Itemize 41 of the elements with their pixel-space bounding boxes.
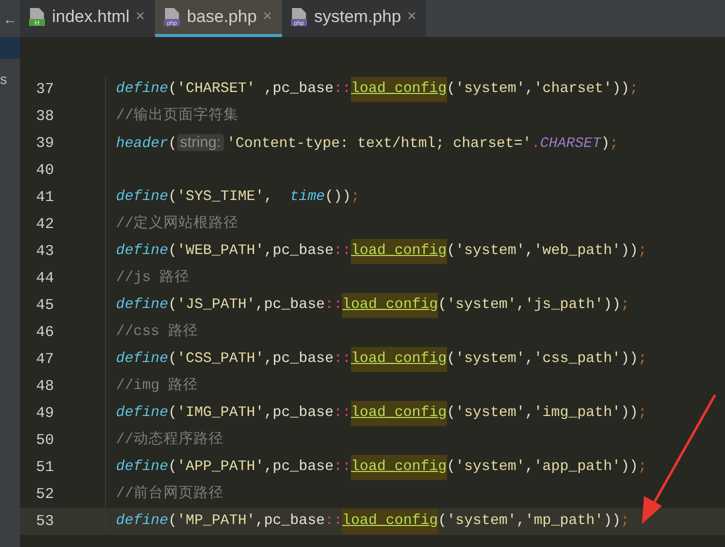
code-line: //输出页面字符集 (116, 106, 238, 126)
code-line: define('CHARSET' ,pc_base::load_config('system','charset')); (116, 76, 638, 103)
tab-label: index.html (52, 7, 130, 27)
close-icon[interactable]: × (135, 8, 145, 26)
code-line: //css 路径 (116, 322, 198, 342)
code-line: define('IMG_PATH',pc_base::load_config('system','img_path')); (116, 400, 647, 427)
code-line: //img 路径 (116, 376, 198, 396)
code-line: //前台网页路径 (116, 484, 224, 504)
code-line: define('JS_PATH',pc_base::load_config('system','js_path')); (116, 292, 630, 319)
code-line: define('APP_PATH',pc_base::load_config('system','app_path')); (116, 454, 647, 481)
line-number: 42 (35, 216, 56, 233)
code-line: //js 路径 (116, 268, 190, 288)
line-number: 51 (35, 459, 56, 476)
line-number: 38 (35, 108, 56, 125)
code-line: //定义网站根路径 (116, 214, 238, 234)
line-number: 37 (35, 81, 56, 98)
code-line: define('SYS_TIME', time()); (116, 188, 360, 207)
code-line: //动态程序路径 (116, 430, 224, 450)
line-number: 43 (35, 243, 56, 260)
code-line: header( string: 'Content-type: text/html; charset='.CHARSET); (116, 133, 618, 154)
close-icon[interactable]: × (407, 8, 416, 26)
back-arrow[interactable]: ← (3, 10, 17, 26)
line-number: 41 (35, 189, 56, 206)
code-line: define('CSS_PATH',pc_base::load_config('system','css_path')); (116, 346, 647, 373)
line-number: 44 (35, 270, 56, 287)
line-number: 53 (35, 513, 56, 530)
line-number: 40 (35, 162, 56, 179)
tab-label: base.php (186, 7, 257, 27)
code-line: define('MP_PATH',pc_base::load_config('system','mp_path')); (116, 508, 630, 535)
line-number: 52 (35, 486, 56, 503)
line-number: 50 (35, 432, 56, 449)
code-line: define('WEB_PATH',pc_base::load_config('system','web_path')); (116, 238, 647, 265)
line-number: 39 (35, 135, 56, 152)
sidebar-highlight (0, 37, 20, 59)
line-number: 47 (35, 351, 56, 368)
tab-label: system.php (314, 7, 402, 27)
line-number: 45 (35, 297, 56, 314)
line-number: 48 (35, 378, 56, 395)
sidebar-label: s (0, 71, 8, 87)
line-number: 46 (35, 324, 56, 341)
line-number: 49 (35, 405, 56, 422)
